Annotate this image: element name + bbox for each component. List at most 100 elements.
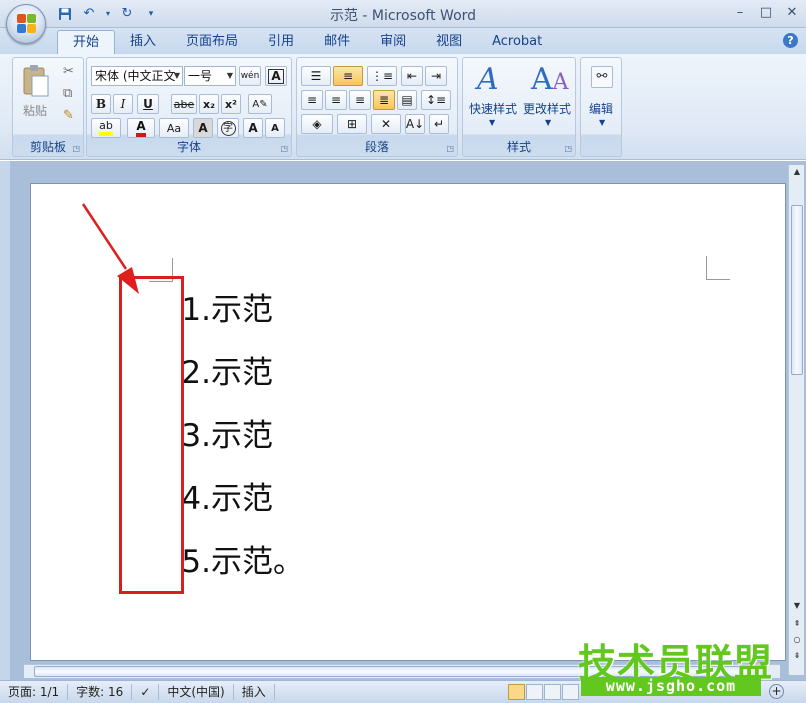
underline-button[interactable]: U [137, 94, 159, 114]
bullets-button[interactable]: ☰ [301, 66, 331, 86]
quick-styles-icon: A [477, 62, 499, 97]
scroll-down-icon[interactable]: ▼ [790, 599, 804, 613]
editing-label: 编辑 [589, 102, 614, 116]
tab-insert[interactable]: 插入 [115, 30, 171, 54]
editing-group: ⚯ 编辑 ▼ [580, 57, 622, 157]
help-icon[interactable]: ? [783, 33, 798, 48]
enclose-characters-icon: 字 [220, 120, 236, 136]
grow-font-button[interactable]: A [243, 118, 263, 138]
ribbon: 粘贴 ✂ ⧉ ✎ 剪贴板 ◳ 宋体 (中文正文 ▼ 一号 ▼ wén A B I… [0, 54, 806, 160]
change-styles-label: 更改样式 [523, 102, 572, 116]
office-button[interactable] [6, 4, 46, 44]
cut-icon[interactable]: ✂ [63, 64, 74, 79]
italic-button[interactable]: I [113, 94, 133, 114]
phonetic-guide-icon: wén [240, 70, 260, 81]
clear-formatting-button[interactable]: A✎ [248, 94, 272, 114]
list-item-text: 示范 [211, 481, 273, 517]
chevron-down-icon: ▼ [173, 71, 180, 80]
paste-icon [23, 65, 49, 97]
numbering-button[interactable]: ≡ [333, 66, 363, 86]
show-marks-button[interactable]: ↵ [429, 114, 449, 134]
chevron-down-icon: ▼ [226, 71, 233, 80]
tab-references[interactable]: 引用 [253, 30, 309, 54]
page-indicator[interactable]: 页面: 1/1 [0, 684, 69, 700]
enclose-characters-button[interactable]: 字 [217, 118, 239, 138]
justify-button[interactable]: ≣ [373, 90, 395, 110]
select-browse-object-icon[interactable]: ○ [790, 633, 804, 647]
align-center-button[interactable]: ≡ [325, 90, 347, 110]
paragraph-group: ☰ ≡ ⋮≡ ⇤ ⇥ ≡ ≡ ≡ ≣ ▤ ↕≡ ◈ ⊞ ✕ A↓ ↵ 段落 ◳ [296, 57, 458, 157]
watermark-url: www.jsgho.com [581, 677, 761, 696]
multilevel-list-button[interactable]: ⋮≡ [367, 66, 397, 86]
outline-icon[interactable] [562, 684, 579, 700]
tab-review[interactable]: 审阅 [365, 30, 421, 54]
highlight-button[interactable]: ab [91, 118, 121, 138]
tab-acrobat[interactable]: Acrobat [477, 30, 557, 54]
align-right-icon: ≡ [354, 93, 366, 107]
font-name-combo[interactable]: 宋体 (中文正文 ▼ [91, 66, 183, 86]
web-layout-icon[interactable] [544, 684, 561, 700]
minimize-button[interactable]: – [732, 4, 748, 20]
tab-mailings[interactable]: 邮件 [309, 30, 365, 54]
scroll-up-icon[interactable]: ▲ [790, 165, 804, 179]
character-shading-button[interactable]: A [193, 118, 213, 138]
paste-button[interactable]: 粘贴 [19, 62, 53, 124]
font-launcher-icon[interactable]: ◳ [280, 144, 288, 153]
scroll-thumb[interactable] [791, 205, 803, 375]
character-border-button[interactable]: A [265, 66, 287, 86]
bold-button[interactable]: B [91, 94, 111, 114]
annotation-arrow-icon [81, 203, 139, 294]
shading-button[interactable]: ◈ [301, 114, 333, 134]
change-case-button[interactable]: Aa [159, 118, 189, 138]
window-title: 示范 - Microsoft Word [329, 8, 477, 24]
maximize-button[interactable]: □ [758, 4, 774, 20]
distributed-button[interactable]: ▤ [397, 90, 417, 110]
proofing-icon[interactable]: ✓ [132, 684, 160, 700]
tab-home[interactable]: 开始 [57, 30, 116, 54]
insert-mode[interactable]: 插入 [234, 684, 275, 700]
align-left-icon: ≡ [306, 93, 318, 107]
align-left-button[interactable]: ≡ [301, 90, 323, 110]
line-spacing-button[interactable]: ↕≡ [421, 90, 451, 110]
numbering-icon: ≡ [342, 69, 354, 83]
font-size-value: 一号 [188, 69, 213, 83]
tab-page-layout[interactable]: 页面布局 [171, 30, 253, 54]
quick-styles-button[interactable]: A 快速样式 ▼ [465, 62, 519, 132]
sort-button[interactable]: A↓ [405, 114, 425, 134]
word-count[interactable]: 字数: 16 [68, 684, 133, 700]
superscript-button[interactable]: x² [221, 94, 241, 114]
styles-launcher-icon[interactable]: ◳ [564, 144, 572, 153]
chinese-layout-button[interactable]: ✕ [371, 114, 401, 134]
print-layout-icon[interactable] [508, 684, 525, 700]
font-color-button[interactable]: A [127, 118, 155, 138]
tab-view[interactable]: 视图 [421, 30, 477, 54]
font-name-value: 宋体 (中文正文 [95, 69, 176, 83]
document-page[interactable]: 1. 示范 2. 示范 3. 示范 4. 示范 5. 示范。 [30, 183, 786, 661]
next-page-icon[interactable]: ⇟ [790, 649, 804, 663]
clipboard-launcher-icon[interactable]: ◳ [72, 144, 80, 153]
language-indicator[interactable]: 中文(中国) [159, 684, 234, 700]
phonetic-guide-button[interactable]: wén [239, 66, 261, 86]
increase-indent-button[interactable]: ⇥ [425, 66, 447, 86]
multilevel-list-icon: ⋮≡ [370, 69, 394, 83]
align-right-button[interactable]: ≡ [349, 90, 371, 110]
editing-button[interactable]: ⚯ 编辑 ▼ [583, 62, 621, 132]
vertical-scrollbar[interactable]: ▲ ▼ ⇞ ○ ⇟ [788, 165, 804, 675]
paragraph-launcher-icon[interactable]: ◳ [446, 144, 454, 153]
ribbon-tabs-bar: 开始 插入 页面布局 引用 邮件 审阅 视图 Acrobat ? [0, 28, 806, 54]
change-styles-button[interactable]: AA 更改样式 ▼ [521, 62, 575, 132]
decrease-indent-button[interactable]: ⇤ [401, 66, 423, 86]
shrink-font-button[interactable]: A [265, 118, 285, 138]
shrink-font-icon: A [271, 122, 279, 134]
strikethrough-button[interactable]: abe [171, 94, 197, 114]
copy-icon[interactable]: ⧉ [63, 86, 72, 101]
quick-styles-label: 快速样式 [469, 102, 518, 116]
full-screen-reading-icon[interactable] [526, 684, 543, 700]
format-painter-icon[interactable]: ✎ [63, 108, 74, 123]
view-buttons [508, 684, 579, 700]
subscript-button[interactable]: x₂ [199, 94, 219, 114]
borders-button[interactable]: ⊞ [337, 114, 367, 134]
font-size-combo[interactable]: 一号 ▼ [184, 66, 236, 86]
close-button[interactable]: ✕ [784, 4, 800, 20]
previous-page-icon[interactable]: ⇞ [790, 617, 804, 631]
